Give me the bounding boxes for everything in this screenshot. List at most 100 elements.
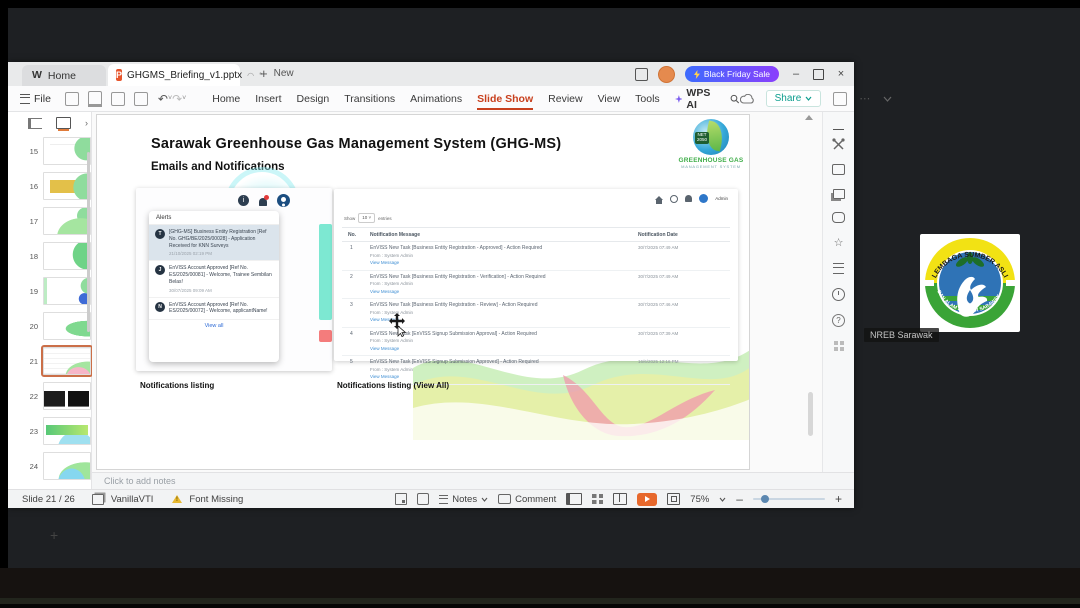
redo-icon[interactable]: ↷ [172,92,182,106]
tab-document[interactable]: P GHGMS_Briefing_v1.pptx ◠ * [108,64,262,86]
undo-icon[interactable]: ↶ [158,92,168,106]
menu-view[interactable]: View [598,93,621,105]
new-tab-label: New [273,68,294,79]
alert-time: 30/07/2025 09:09 AM [169,287,212,293]
menu-home[interactable]: Home [212,93,240,105]
slide-number: 24 [29,461,38,471]
view-all-link: View all [204,323,224,329]
notes-toggle[interactable]: Notes [439,494,488,505]
reading-view-icon[interactable] [613,493,628,505]
menu-transitions[interactable]: Transitions [344,93,395,105]
panel-expand-icon[interactable]: › [85,118,88,128]
meeting-screen: W Home P GHGMS_Briefing_v1.pptx ◠ * + Ne… [0,0,1080,608]
slide-view-icon[interactable] [56,117,71,129]
new-tab-button[interactable]: + New [260,66,294,81]
fit-slide-icon[interactable] [667,493,681,505]
search-icon[interactable] [730,93,740,105]
help-icon[interactable]: ? [832,314,845,327]
share-button[interactable]: Share [765,90,822,107]
powerpoint-file-icon: P [116,69,123,81]
bookmark-icon[interactable] [395,493,408,505]
settings-sliders-icon[interactable] [833,263,844,274]
slide-number: 21 [29,356,38,366]
text-tool-icon[interactable] [832,164,845,175]
restore-button[interactable] [813,68,824,80]
wps-ai-button[interactable]: WPS AI [674,87,715,111]
print-preview-icon[interactable] [133,91,148,106]
comment-panel-icon[interactable] [832,212,845,223]
minimize-button[interactable]: – [789,68,803,80]
view-message-link: View Message [370,288,400,294]
scroll-up-arrow[interactable] [805,115,813,120]
zoom-level[interactable]: 75% [690,494,709,505]
collapse-pane-icon[interactable] [833,129,844,130]
zoom-slider[interactable] [752,495,825,503]
editor-scrollbar[interactable] [808,392,813,436]
notes-bar[interactable]: Click to add notes [92,472,854,489]
menu-tools[interactable]: Tools [635,93,660,105]
font-missing-label[interactable]: Font Missing [189,494,243,505]
alert-item: T [GHG-MS] Business Entity Registration … [149,225,279,262]
participant-video-tile: LEMBAGA SUMBER ASLI DAN ALAM SEKITAR SAR… [920,234,1020,332]
theme-name[interactable]: VanillaVTI [111,494,154,505]
cloud-sync-icon[interactable] [739,93,754,104]
slide-thumb-16[interactable]: 16 [24,172,91,200]
tab-home[interactable]: W Home [22,65,106,86]
slide-thumb-19[interactable]: 19 [24,277,91,305]
menu-slide-show[interactable]: Slide Show [477,93,534,110]
slide-thumb-21-selected[interactable]: 21 [24,345,93,377]
notifications-table: No. Notification Message Notification Da… [342,227,730,385]
panel-scrollbar[interactable] [87,152,90,332]
task-window-icon[interactable] [833,91,848,106]
slide-thumb-22[interactable]: 22 [24,382,91,410]
history-clock-icon[interactable] [832,287,845,301]
slide-thumb-20[interactable]: 20 [24,312,91,340]
slide-canvas[interactable]: Sarawak Greenhouse Gas Management System… [96,114,750,470]
notes-icon [439,494,449,504]
close-button[interactable]: × [834,68,848,80]
zoom-chevron-icon[interactable] [719,497,726,502]
sparkle-icon [674,94,683,103]
output-icon[interactable] [417,493,430,505]
zoom-slider-knob[interactable] [760,495,769,503]
menu-design[interactable]: Design [297,93,330,105]
tab-preview-icon[interactable] [634,67,648,81]
table-header: No. Notification Message Notification Da… [342,227,730,242]
slide-thumb-15[interactable]: 15 [24,137,91,165]
favorites-icon[interactable]: ☆ [832,237,845,250]
tools-icon[interactable] [832,137,845,151]
alerts-header: Alerts [149,211,279,225]
menu-animations[interactable]: Animations [410,93,462,105]
slide-thumb-18[interactable]: 18 [24,242,91,270]
menu-insert[interactable]: Insert [255,93,281,105]
export-icon[interactable] [87,90,102,107]
print-icon[interactable] [110,91,125,106]
promo-button[interactable]: Black Friday Sale [684,66,779,82]
outline-view-icon[interactable] [28,117,42,129]
collapse-ribbon-icon[interactable] [883,96,892,102]
menu-review[interactable]: Review [548,93,582,105]
shapes-icon[interactable] [832,188,845,199]
save-icon[interactable] [64,91,79,106]
apps-grid-icon[interactable] [833,340,844,351]
normal-view-icon[interactable] [566,493,583,505]
zoom-out-button[interactable]: – [736,492,743,506]
comment-icon [498,494,512,504]
comment-button[interactable]: Comment [498,494,556,505]
more-options-icon[interactable]: ⋯ [859,92,871,105]
alert-text: [GHG-MS] Business Entity Registration [R… [169,229,267,249]
file-menu[interactable]: File [20,93,51,105]
slideshow-play-button[interactable] [637,492,658,506]
slide-thumb-23[interactable]: 23 [24,417,91,445]
account-avatar[interactable] [657,65,675,83]
red-bar-decoration [319,330,332,342]
wps-window: W Home P GHGMS_Briefing_v1.pptx ◠ * + Ne… [8,62,892,543]
redo-dropdown-icon[interactable]: ˅ [182,95,186,102]
slide-thumb-17[interactable]: 17 [24,207,91,235]
add-slide-button[interactable]: + [50,527,58,543]
slide-thumb-24[interactable]: 24 [24,452,91,480]
zoom-in-button[interactable]: + [835,492,842,506]
slide-sorter-icon[interactable] [592,494,604,504]
chevron-down-icon [805,96,812,101]
thumbnail-image [43,137,91,165]
